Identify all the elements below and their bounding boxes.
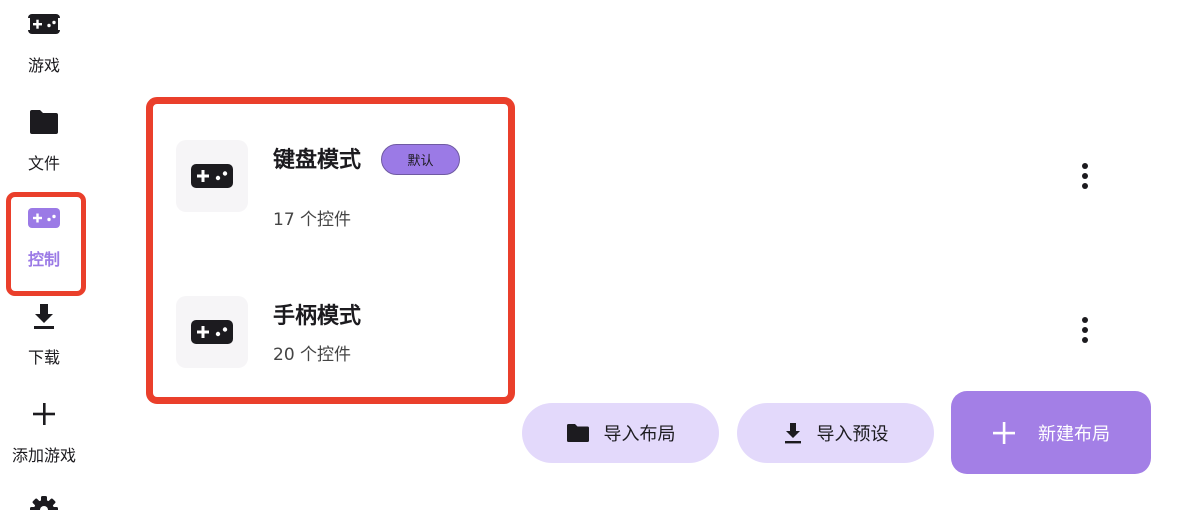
nav-label: 控制: [27, 250, 60, 269]
layout-thumbnail: [176, 140, 248, 212]
more-vert-icon: [1082, 317, 1088, 323]
import-preset-button[interactable]: 导入预设: [737, 403, 934, 463]
download-icon: [784, 423, 801, 444]
more-options-button[interactable]: [1072, 158, 1098, 194]
layout-name: 键盘模式: [273, 148, 362, 173]
gear-icon: [24, 494, 64, 510]
list-item-keyboard-layout[interactable]: 键盘模式 默认 17 个控件: [160, 120, 1110, 230]
button-label: 新建布局: [1038, 423, 1110, 445]
button-label: 导入布局: [603, 424, 676, 445]
gamepad-icon: [191, 320, 233, 344]
nav-item-control[interactable]: 控制: [0, 202, 88, 270]
control-count: 17 个控件: [273, 210, 352, 230]
plus-icon: [24, 398, 64, 430]
plus-icon: [993, 421, 1015, 444]
more-options-button[interactable]: [1072, 312, 1098, 348]
more-vert-icon: [1082, 183, 1088, 189]
more-vert-icon: [1082, 327, 1088, 333]
nav-label: 下载: [27, 348, 60, 367]
nav-label: 添加游戏: [11, 446, 76, 465]
list-item-gamepad-layout[interactable]: 手柄模式 20 个控件: [160, 276, 1110, 386]
nav-item-downloads[interactable]: 下载: [0, 300, 88, 368]
import-layout-button[interactable]: 导入布局: [522, 403, 719, 463]
nav-item-add-game[interactable]: 添加游戏: [0, 398, 88, 466]
nav-label: 文件: [27, 154, 60, 173]
more-vert-icon: [1082, 337, 1088, 343]
default-badge: 默认: [381, 144, 460, 175]
nav-item-games[interactable]: 游戏: [0, 8, 88, 76]
more-vert-icon: [1082, 173, 1088, 179]
download-icon: [24, 300, 64, 332]
folder-icon: [24, 106, 64, 138]
nav-item-settings[interactable]: [0, 494, 88, 510]
new-layout-button[interactable]: 新建布局: [951, 391, 1151, 474]
control-count: 20 个控件: [273, 345, 352, 365]
layout-name: 手柄模式: [273, 304, 362, 329]
button-label: 导入预设: [816, 424, 889, 445]
more-vert-icon: [1082, 163, 1088, 169]
nav-item-files[interactable]: 文件: [0, 106, 88, 174]
gamepad-icon: [191, 164, 233, 188]
folder-icon: [566, 424, 589, 442]
navigation-rail: 游戏 文件 控制 下载 添加游戏: [0, 0, 88, 510]
gamepad-icon: [24, 202, 64, 234]
gamepad-icon: [24, 8, 64, 40]
layout-thumbnail: [176, 296, 248, 368]
nav-label: 游戏: [27, 56, 60, 75]
